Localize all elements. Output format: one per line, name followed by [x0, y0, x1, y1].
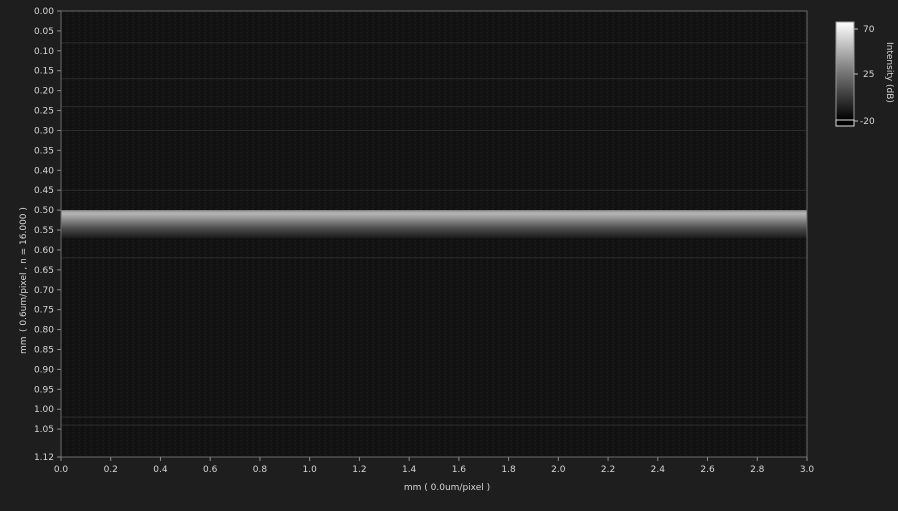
y-tick-label: 0.65: [34, 266, 54, 276]
y-tick-label: 0.50: [34, 206, 54, 216]
y-tick-label: 1.00: [34, 405, 54, 415]
x-tick-label: 2.0: [551, 465, 566, 475]
x-tick-label: 0.2: [104, 465, 118, 475]
y-tick-label: 0.30: [34, 126, 54, 136]
y-tick-label: 0.35: [34, 146, 54, 156]
x-tick-label: 1.0: [303, 465, 318, 475]
y-axis-ticks: 0.00 0.05 0.10 0.15 0.20 0.25 0.30 0.35 0.40 0.45…: [34, 7, 61, 463]
y-tick-label: 0.95: [34, 385, 54, 395]
y-tick-label: 0.05: [34, 27, 54, 37]
x-axis-title: mm ( 0.0um/pixel ): [404, 483, 490, 493]
x-tick-label: 1.4: [402, 465, 417, 475]
y-tick-label: 0.00: [34, 7, 54, 17]
y-tick-label: 0.10: [34, 47, 54, 57]
x-tick-label: 1.2: [352, 465, 366, 475]
y-tick-label: 0.40: [34, 166, 54, 176]
y-tick-label: 0.25: [34, 107, 54, 117]
y-axis-title-unit: mm: [19, 336, 29, 354]
x-tick-label: 0.8: [253, 465, 268, 475]
x-tick-label: 2.2: [601, 465, 615, 475]
colorbar-title: Intensity (dB): [884, 42, 894, 103]
y-tick-label: 0.70: [34, 286, 54, 296]
y-axis-title-resolution: ( 0.6um/pixel , n = 16.000 ): [19, 207, 29, 332]
y-tick-label: 0.20: [34, 87, 54, 97]
y-tick-label: 1.12: [34, 453, 54, 463]
x-tick-label: 0.6: [203, 465, 218, 475]
bright-reflection-band: [61, 210, 807, 238]
y-tick-label: 0.55: [34, 226, 54, 236]
x-tick-label: 1.8: [501, 465, 516, 475]
colorbar-low-indicator: [835, 119, 855, 127]
colorbar-max-label: 70: [863, 25, 875, 35]
y-tick-label: 0.60: [34, 246, 54, 256]
plot-canvas: 0.00 0.05 0.10 0.15 0.20 0.25 0.30 0.35 0.40 0.45…: [19, 7, 894, 493]
colorbar[interactable]: [835, 21, 855, 121]
y-tick-label: 0.75: [34, 306, 54, 316]
x-tick-label: 3.0: [800, 465, 815, 475]
x-axis-ticks: 0.0 0.2 0.4 0.6 0.8 1.0 1.2 1.4 1.6 1.8 2.0 2.2 2.4 2…: [54, 457, 815, 475]
x-tick-label: 1.6: [452, 465, 467, 475]
y-tick-label: 1.05: [34, 425, 54, 435]
x-tick-label: 0.4: [153, 465, 168, 475]
x-tick-label: 2.8: [750, 465, 765, 475]
x-tick-label: 2.4: [651, 465, 666, 475]
x-tick-label: 2.6: [700, 465, 715, 475]
y-tick-label: 0.80: [34, 326, 54, 336]
colorbar-min-label: -20: [860, 117, 875, 127]
colorbar-mid-label: 25: [863, 70, 874, 80]
y-tick-label: 0.85: [34, 345, 54, 355]
y-tick-label: 0.45: [34, 186, 54, 196]
y-tick-label: 0.90: [34, 365, 54, 375]
y-tick-label: 0.15: [34, 67, 54, 77]
oct-bscan-viewer: 0.00 0.05 0.10 0.15 0.20 0.25 0.30 0.35 0.40 0.45…: [0, 0, 898, 507]
x-tick-label: 0.0: [54, 465, 69, 475]
